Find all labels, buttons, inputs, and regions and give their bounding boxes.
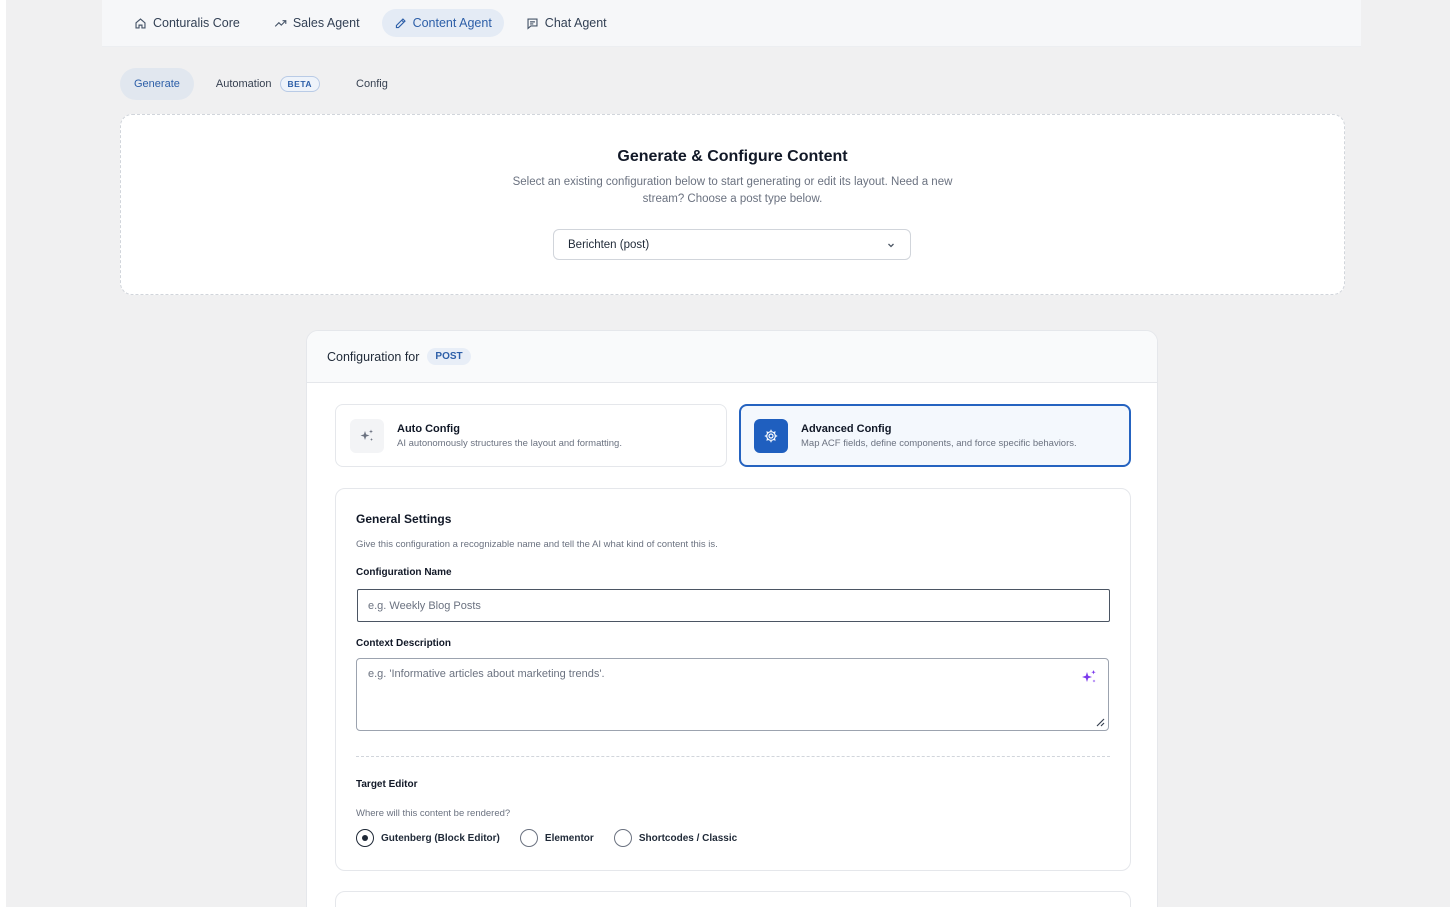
section-desc: Give this configuration a recognizable n…: [356, 539, 718, 550]
radio-shortcodes-classic[interactable]: Shortcodes / Classic: [613, 829, 738, 847]
nav-item-content-agent[interactable]: Content Agent: [381, 9, 504, 37]
nav-item-conturalis-core[interactable]: Conturalis Core: [122, 9, 252, 37]
post-type-badge: POST: [427, 348, 471, 365]
beta-badge: BETA: [279, 76, 321, 92]
app-canvas: Conturalis Core Sales Agent Content Agen…: [6, 0, 1450, 907]
sparkle-icon: [360, 429, 373, 441]
textarea-placeholder: e.g. 'Informative articles about marketi…: [368, 668, 605, 680]
section-divider: [356, 756, 1110, 757]
radio-label: Shortcodes / Classic: [638, 832, 738, 844]
section-title: General Settings: [356, 512, 452, 526]
chat-icon: [527, 17, 538, 30]
tab-label: Automation: [215, 78, 272, 90]
radio-label: Gutenberg (Block Editor): [381, 832, 500, 844]
auto-config-card[interactable]: Auto Config AI autonomously structures t…: [335, 404, 727, 467]
tab-config[interactable]: Config: [342, 68, 402, 100]
radio-indicator: [356, 829, 374, 847]
next-settings-card: [335, 891, 1131, 907]
trend-up-icon: [274, 19, 287, 27]
radio-label: Elementor: [544, 832, 594, 844]
panel-heading: Configuration for: [327, 349, 420, 364]
sub-tabs: Generate Automation BETA Config: [120, 68, 402, 100]
home-icon: [135, 17, 146, 29]
page-title: Generate & Configure Content: [617, 148, 848, 165]
select-value: Berichten (post): [568, 238, 650, 251]
panel-header: Configuration for POST: [307, 331, 1157, 383]
mode-icon-box: [754, 418, 788, 453]
nav-item-label: Conturalis Core: [153, 16, 240, 30]
resize-handle-icon[interactable]: [1095, 717, 1105, 727]
config-name-label: Configuration Name: [356, 567, 452, 578]
target-editor-radio-group: Gutenberg (Block Editor) Elementor Short…: [356, 829, 737, 847]
radio-elementor[interactable]: Elementor: [519, 829, 594, 847]
tab-generate[interactable]: Generate: [120, 68, 194, 100]
target-editor-label: Target Editor: [356, 779, 418, 790]
nav-item-label: Content Agent: [412, 16, 492, 30]
tab-label: Generate: [134, 78, 180, 90]
tab-automation[interactable]: Automation BETA: [202, 68, 334, 100]
gear-icon: [764, 429, 778, 442]
nav-item-label: Sales Agent: [292, 16, 360, 30]
generate-hero: Generate & Configure Content Select an e…: [120, 114, 1345, 295]
post-type-select[interactable]: Berichten (post): [553, 229, 911, 260]
advanced-config-title: Advanced Config: [801, 422, 892, 435]
tab-label: Config: [356, 78, 388, 90]
nav-item-label: Chat Agent: [544, 16, 607, 30]
nav-item-chat-agent[interactable]: Chat Agent: [514, 9, 619, 37]
target-editor-desc: Where will this content be rendered?: [356, 808, 511, 819]
chevron-down-icon: [888, 243, 894, 247]
general-settings-card: General Settings Give this configuration…: [335, 488, 1131, 871]
pencil-icon: [395, 17, 406, 28]
nav-item-sales-agent[interactable]: Sales Agent: [262, 9, 372, 37]
context-label: Context Description: [356, 638, 452, 649]
page-subtitle: Select an existing configuration below t…: [512, 176, 953, 205]
auto-config-title: Auto Config: [397, 422, 460, 435]
radio-indicator: [613, 829, 632, 847]
ai-sparkle-icon[interactable]: [1080, 668, 1098, 686]
context-textarea[interactable]: e.g. 'Informative articles about marketi…: [356, 658, 1109, 731]
auto-config-desc: AI autonomously structures the layout an…: [397, 437, 622, 449]
advanced-config-card[interactable]: Advanced Config Map ACF fields, define c…: [739, 404, 1131, 467]
config-name-input[interactable]: e.g. Weekly Blog Posts: [357, 589, 1110, 622]
input-placeholder: e.g. Weekly Blog Posts: [368, 599, 481, 612]
radio-indicator: [519, 829, 538, 847]
mode-icon-box: [350, 418, 384, 453]
radio-gutenberg[interactable]: Gutenberg (Block Editor): [356, 829, 500, 847]
advanced-config-desc: Map ACF fields, define components, and f…: [801, 437, 1077, 449]
top-nav: Conturalis Core Sales Agent Content Agen…: [102, 0, 1361, 47]
configuration-panel: Configuration for POST Auto Config AI au…: [306, 330, 1158, 907]
